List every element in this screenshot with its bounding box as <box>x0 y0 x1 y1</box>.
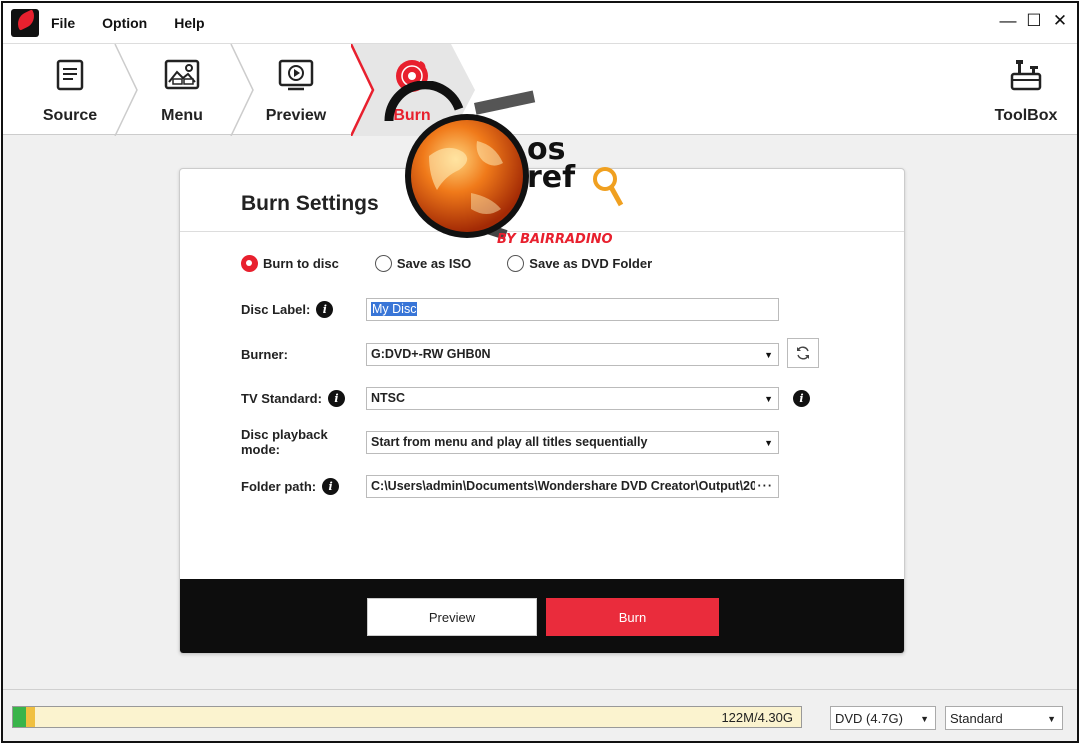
burner-label: Burner: <box>241 346 288 362</box>
playback-mode-label: Disc playback mode: <box>241 427 328 457</box>
disc-capacity-bar: 122M/4.30G <box>12 706 802 728</box>
menu-option[interactable]: Option <box>102 15 147 31</box>
row-playback-mode: Disc playback mode: Start from menu and … <box>241 427 881 457</box>
step-source[interactable]: Source <box>15 44 125 136</box>
burner-select[interactable]: G:DVD+-RW GHB0N ▼ <box>366 342 779 366</box>
radio-unselected-icon <box>374 255 392 272</box>
burner-value: G:DVD+-RW GHB0N <box>371 347 491 361</box>
disc-label-value: My Disc <box>371 302 418 316</box>
dropdown-caret-icon: ▼ <box>764 349 773 360</box>
preview-button[interactable]: Preview <box>367 598 537 636</box>
row-tv-standard: TV Standard: i NTSC ▼ i <box>241 386 881 410</box>
radio-label: Burn to disc <box>263 256 339 271</box>
maximize-icon[interactable]: ☐ <box>1025 11 1043 31</box>
step-preview[interactable]: Preview <box>241 44 351 136</box>
toolbox-label: ToolBox <box>994 107 1058 124</box>
menu-template-icon <box>164 58 200 97</box>
radio-label: Save as DVD Folder <box>529 256 653 271</box>
refresh-burner-button[interactable] <box>787 338 819 368</box>
watermark-text-ref: ref <box>527 160 576 195</box>
quality-select[interactable]: Standard ▼ <box>945 706 1063 730</box>
capacity-used-fill <box>13 707 26 727</box>
status-bar: 122M/4.30G DVD (4.7G) ▼ Standard ▼ <box>3 689 1077 741</box>
disc-label-label: Disc Label: <box>241 301 311 317</box>
radio-label: Save as ISO <box>396 256 472 271</box>
step-source-label: Source <box>42 107 98 124</box>
watermark-logo: os ref BY BAIRRADINO <box>384 81 624 247</box>
menu-bar: File Option Help — ☐ ✕ <box>3 3 1077 43</box>
dropdown-caret-icon: ▼ <box>764 437 773 448</box>
step-menu[interactable]: Menu <box>127 44 237 136</box>
app-window: File Option Help — ☐ ✕ Source Menu Previ… <box>1 1 1079 743</box>
window-controls: — ☐ ✕ <box>999 11 1069 31</box>
disc-label-input[interactable]: My Disc <box>366 297 779 321</box>
panel-title: Burn Settings <box>241 192 379 215</box>
watermark-text-byline: BY BAIRRADINO <box>497 232 613 247</box>
document-icon <box>53 58 87 97</box>
tv-standard-info-icon[interactable]: i <box>793 390 810 407</box>
app-logo-icon <box>11 9 39 37</box>
output-options: Burn to disc Save as ISO Save as DVD Fol… <box>241 255 688 272</box>
row-folder-path: Folder path: i C:\Users\admin\Documents\W… <box>241 474 881 498</box>
disc-type-value: DVD (4.7G) <box>835 710 903 726</box>
burn-button[interactable]: Burn <box>546 598 719 636</box>
folder-path-label: Folder path: <box>241 478 317 494</box>
radio-save-as-dvd-folder[interactable]: Save as DVD Folder <box>507 255 652 272</box>
browse-folder-button[interactable]: ··· <box>754 478 776 493</box>
menu-file[interactable]: File <box>51 15 75 31</box>
toolbox-button[interactable]: ToolBox <box>971 44 1077 136</box>
dropdown-caret-icon: ▼ <box>920 714 929 724</box>
row-burner: Burner: G:DVD+-RW GHB0N ▼ <box>241 338 881 368</box>
row-disc-label: Disc Label: i My Disc <box>241 297 881 321</box>
tv-standard-select[interactable]: NTSC ▼ <box>366 386 779 410</box>
dropdown-caret-icon: ▼ <box>764 393 773 404</box>
preview-play-icon <box>278 58 314 97</box>
radio-burn-to-disc[interactable]: Burn to disc <box>241 255 339 272</box>
info-icon[interactable]: i <box>327 389 345 407</box>
minimize-icon[interactable]: — <box>999 11 1017 31</box>
radio-unselected-icon <box>507 255 525 272</box>
quality-value: Standard <box>950 710 1003 726</box>
dropdown-caret-icon: ▼ <box>1047 714 1056 724</box>
tv-standard-value: NTSC <box>371 391 406 405</box>
playback-mode-value: Start from menu and play all titles sequ… <box>371 435 648 449</box>
step-menu-label: Menu <box>161 107 203 124</box>
info-icon[interactable]: i <box>316 300 334 318</box>
radio-save-as-iso[interactable]: Save as ISO <box>374 255 472 272</box>
step-preview-label: Preview <box>265 107 327 124</box>
radio-selected-icon <box>241 255 258 272</box>
toolbox-icon <box>1008 58 1044 97</box>
disc-type-select[interactable]: DVD (4.7G) ▼ <box>830 706 936 730</box>
capacity-used-marker <box>26 707 35 727</box>
playback-mode-select[interactable]: Start from menu and play all titles sequ… <box>366 430 779 454</box>
folder-path-value: C:\Users\admin\Documents\Wondershare DVD… <box>371 479 764 493</box>
info-icon[interactable]: i <box>322 477 340 495</box>
action-footer: Preview Burn <box>180 579 904 653</box>
menu-help[interactable]: Help <box>174 15 204 31</box>
folder-path-input[interactable]: C:\Users\admin\Documents\Wondershare DVD… <box>366 474 779 498</box>
close-icon[interactable]: ✕ <box>1051 11 1069 31</box>
capacity-text: 122M/4.30G <box>721 710 793 725</box>
tv-standard-label: TV Standard: <box>241 390 322 406</box>
refresh-icon <box>797 346 809 360</box>
